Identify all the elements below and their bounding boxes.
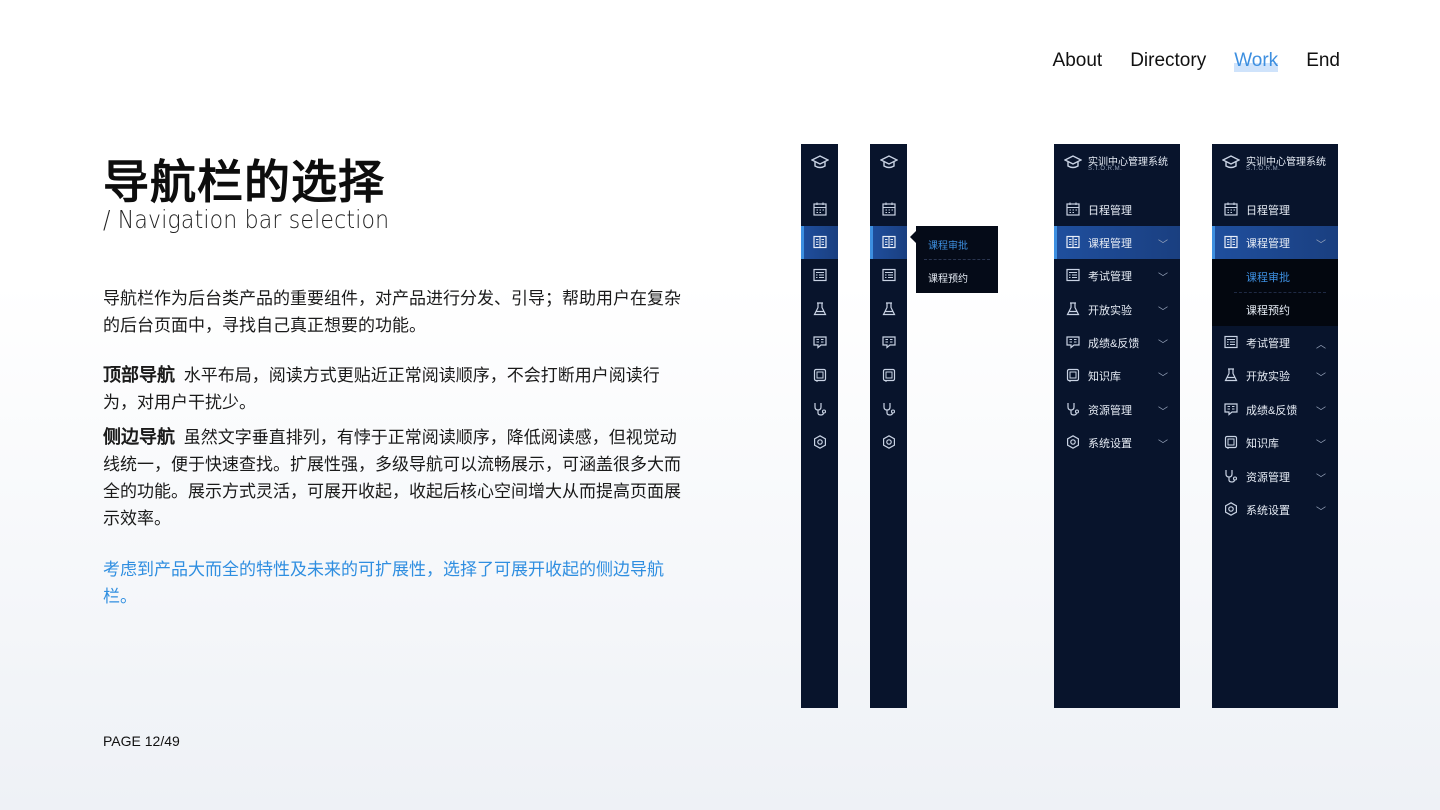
page-subtitle: / Navigation bar selection: [103, 205, 390, 234]
exam-icon[interactable]: [882, 268, 896, 282]
book-icon: [1224, 235, 1238, 249]
sidebar-collapsed: [801, 144, 838, 708]
submenu-divider: [1234, 292, 1326, 293]
brand-subtitle: S.T.O.R.M.: [1246, 166, 1281, 172]
flyout-divider: [924, 259, 990, 260]
chevron-down-icon[interactable]: ﹀: [1316, 503, 1326, 518]
gear-icon[interactable]: [882, 435, 896, 449]
feedback-icon: [1224, 402, 1238, 416]
submenu-item-course-approval[interactable]: 课程审批: [1246, 269, 1290, 285]
chevron-down-icon[interactable]: ﹀: [1158, 236, 1168, 251]
side-nav-text: 虽然文字垂直排列，有悖于正常阅读顺序，降低阅读感，但视觉动线统一，便于快速查找。…: [103, 428, 681, 528]
side-nav-heading: 侧边导航: [103, 427, 175, 447]
chevron-down-icon[interactable]: ﹀: [1316, 403, 1326, 418]
chevron-down-icon[interactable]: ﹀: [1158, 369, 1168, 384]
exam-icon: [1224, 335, 1238, 349]
knowledge-icon: [1066, 368, 1080, 382]
chevron-up-icon[interactable]: ︿: [1316, 336, 1326, 351]
graduation-cap-icon: [1064, 155, 1082, 169]
stethoscope-icon[interactable]: [813, 402, 827, 416]
chevron-down-icon[interactable]: ﹀: [1316, 436, 1326, 451]
calendar-icon[interactable]: [813, 202, 827, 216]
sidebar-expanded-submenu: 实训中心管理系统 S.T.O.R.M. 日程管理 课程管理 ﹀ 考试管理 ︿ 开…: [1212, 144, 1338, 708]
sidebar-item-schedule[interactable]: 日程管理: [1246, 202, 1290, 218]
chevron-down-icon[interactable]: ﹀: [1158, 336, 1168, 351]
sidebar-item-resources[interactable]: 资源管理: [1246, 469, 1290, 485]
sidebar-item-knowledge[interactable]: 知识库: [1088, 368, 1121, 384]
knowledge-icon[interactable]: [813, 368, 827, 382]
chevron-down-icon[interactable]: ﹀: [1158, 403, 1168, 418]
knowledge-icon: [1224, 435, 1238, 449]
sidebar-item-resources[interactable]: 资源管理: [1088, 402, 1132, 418]
sidebar-item-settings[interactable]: 系统设置: [1246, 502, 1290, 518]
gear-icon: [1066, 435, 1080, 449]
exam-icon[interactable]: [813, 268, 827, 282]
chevron-down-icon[interactable]: ﹀: [1158, 269, 1168, 284]
top-navigation: About Directory Work End: [1053, 50, 1340, 72]
sidebar-item-exam[interactable]: 考试管理: [1088, 268, 1132, 284]
graduation-cap-icon: [1222, 155, 1240, 169]
sidebar-item-grades[interactable]: 成绩&反馈: [1088, 335, 1139, 351]
feedback-icon[interactable]: [882, 335, 896, 349]
knowledge-icon[interactable]: [882, 368, 896, 382]
gear-icon[interactable]: [813, 435, 827, 449]
chevron-down-icon[interactable]: ﹀: [1158, 436, 1168, 451]
graduation-cap-icon[interactable]: [880, 155, 898, 169]
calendar-icon: [1224, 202, 1238, 216]
book-icon[interactable]: [882, 235, 896, 249]
nav-work[interactable]: Work: [1234, 50, 1279, 72]
calendar-icon[interactable]: [882, 202, 896, 216]
chevron-down-icon[interactable]: ﹀: [1316, 369, 1326, 384]
brand-subtitle: S.T.O.R.M.: [1088, 166, 1123, 172]
top-nav-text: 水平布局，阅读方式更贴近正常阅读顺序，不会打断用户阅读行为，对用户干扰少。: [103, 366, 660, 412]
flyout-item-course-approval[interactable]: 课程审批: [928, 237, 968, 252]
top-nav-heading: 顶部导航: [103, 365, 175, 385]
sidebar-item-course[interactable]: 课程管理: [1246, 235, 1290, 251]
page-title: 导航栏的选择: [103, 156, 385, 208]
exam-icon: [1066, 268, 1080, 282]
sidebar-expanded: 实训中心管理系统 S.T.O.R.M. 日程管理 课程管理 ﹀ 考试管理 ﹀ 开…: [1054, 144, 1180, 708]
chevron-down-icon[interactable]: ﹀: [1316, 236, 1326, 251]
expanded-submenu: 课程审批 课程预约: [1212, 259, 1338, 326]
sidebar-item-lab[interactable]: 开放实验: [1088, 302, 1132, 318]
gear-icon: [1224, 502, 1238, 516]
sidebar-item-lab[interactable]: 开放实验: [1246, 368, 1290, 384]
flask-icon: [1224, 368, 1238, 382]
page-number: PAGE 12/49: [103, 733, 180, 749]
submenu-item-course-booking[interactable]: 课程预约: [1246, 302, 1290, 318]
stethoscope-icon: [1224, 469, 1238, 483]
nav-directory[interactable]: Directory: [1130, 50, 1206, 72]
book-icon: [1066, 235, 1080, 249]
sidebar-item-course[interactable]: 课程管理: [1088, 235, 1132, 251]
calendar-icon: [1066, 202, 1080, 216]
feedback-icon: [1066, 335, 1080, 349]
nav-end[interactable]: End: [1306, 50, 1340, 72]
sidebar-item-knowledge[interactable]: 知识库: [1246, 435, 1279, 451]
feedback-icon[interactable]: [813, 335, 827, 349]
flyout-item-course-booking[interactable]: 课程预约: [928, 270, 968, 285]
nav-about[interactable]: About: [1053, 50, 1103, 72]
graduation-cap-icon[interactable]: [811, 155, 829, 169]
flask-icon[interactable]: [882, 302, 896, 316]
stethoscope-icon: [1066, 402, 1080, 416]
sidebar-item-schedule[interactable]: 日程管理: [1088, 202, 1132, 218]
top-nav-paragraph: 顶部导航 水平布局，阅读方式更贴近正常阅读顺序，不会打断用户阅读行为，对用户干扰…: [103, 362, 683, 416]
chevron-down-icon[interactable]: ﹀: [1158, 303, 1168, 318]
sidebar-item-settings[interactable]: 系统设置: [1088, 435, 1132, 451]
flask-icon[interactable]: [813, 302, 827, 316]
side-nav-paragraph: 侧边导航 虽然文字垂直排列，有悖于正常阅读顺序，降低阅读感，但视觉动线统一，便于…: [103, 424, 683, 532]
sidebar-item-exam[interactable]: 考试管理: [1246, 335, 1290, 351]
sidebar-item-grades[interactable]: 成绩&反馈: [1246, 402, 1297, 418]
conclusion-paragraph: 考虑到产品大而全的特性及未来的可扩展性，选择了可展开收起的侧边导航栏。: [103, 560, 664, 606]
book-icon[interactable]: [813, 235, 827, 249]
sidebar-collapsed-flyout: [870, 144, 907, 708]
flyout-submenu: 课程审批 课程预约: [910, 226, 998, 293]
intro-paragraph: 导航栏作为后台类产品的重要组件，对产品进行分发、引导；帮助用户在复杂的后台页面中…: [103, 289, 681, 335]
stethoscope-icon[interactable]: [882, 402, 896, 416]
flask-icon: [1066, 302, 1080, 316]
chevron-down-icon[interactable]: ﹀: [1316, 470, 1326, 485]
